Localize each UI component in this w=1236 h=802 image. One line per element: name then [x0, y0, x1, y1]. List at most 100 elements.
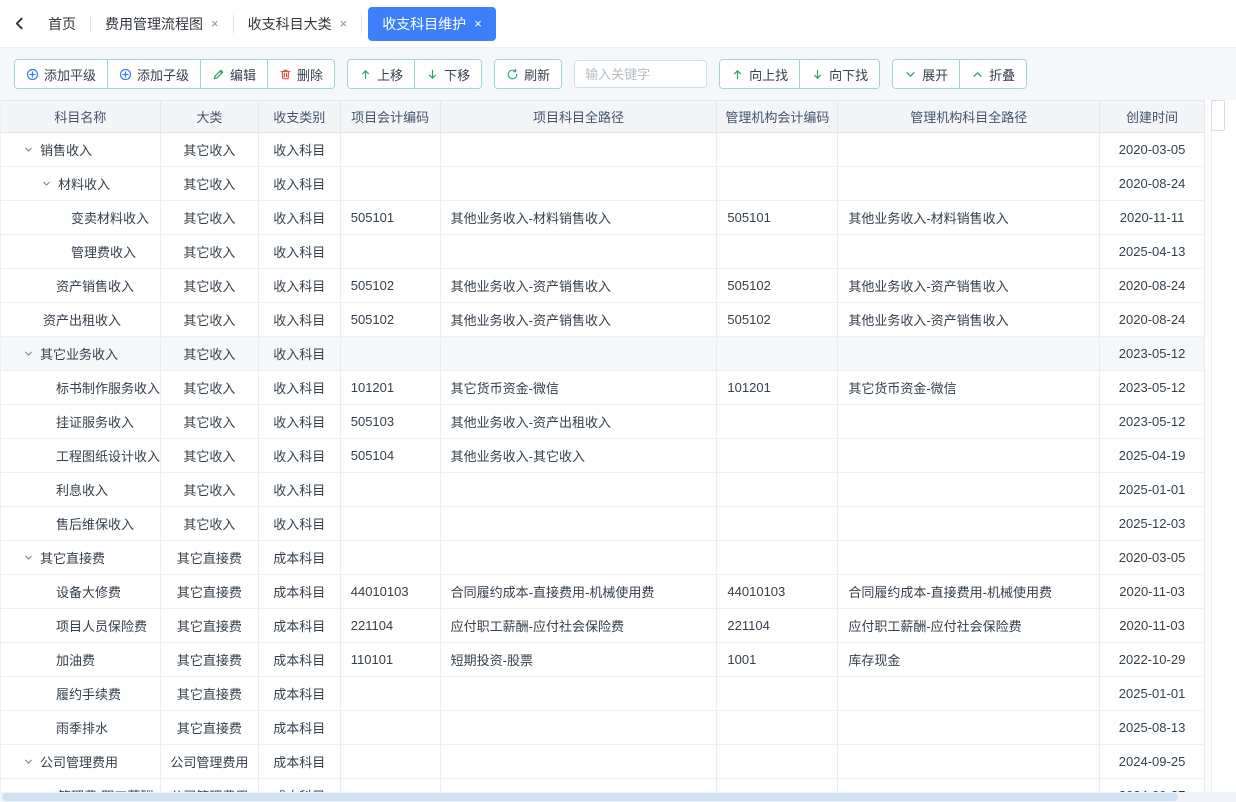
column-header-2[interactable]: 收支类别	[259, 101, 341, 133]
table-row[interactable]: 售后维保收入其它收入收入科目2025-12-03	[1, 507, 1205, 541]
column-header-4[interactable]: 项目科目全路径	[441, 101, 718, 133]
cell-subject-name[interactable]: 利息收入	[1, 473, 161, 507]
table-row[interactable]: 其它直接费其它直接费成本科目2020-03-05	[1, 541, 1205, 575]
table-row[interactable]: 加油费其它直接费成本科目110101短期投资-股票1001库存现金2022-10…	[1, 643, 1205, 677]
cell-proj_code[interactable]: 505104	[341, 439, 441, 473]
cell-proj_code[interactable]	[341, 745, 441, 779]
cell-subject-name[interactable]: 挂证服务收入	[1, 405, 161, 439]
cell-category[interactable]: 其它收入	[161, 337, 259, 371]
cell-proj_path[interactable]	[441, 541, 718, 575]
cell-subject-name[interactable]: 售后维保收入	[1, 507, 161, 541]
cell-proj_path[interactable]: 其他业务收入-资产销售收入	[441, 269, 718, 303]
cell-mgmt_code[interactable]	[717, 235, 838, 269]
cell-category[interactable]: 其它直接费	[161, 541, 259, 575]
chevron-up-button-折叠[interactable]: 折叠	[959, 60, 1026, 88]
cell-proj_path[interactable]: 合同履约成本-直接费用-机械使用费	[441, 575, 718, 609]
horizontal-scrollbar-thumb[interactable]	[2, 793, 1178, 801]
cell-mgmt_code[interactable]: 44010103	[717, 575, 838, 609]
cell-proj_code[interactable]	[341, 337, 441, 371]
cell-mgmt_code[interactable]	[717, 473, 838, 507]
cell-proj_path[interactable]	[441, 779, 718, 793]
cell-proj_path[interactable]: 短期投资-股票	[441, 643, 718, 677]
cell-created[interactable]: 2020-03-05	[1100, 541, 1205, 575]
table-row[interactable]: 挂证服务收入其它收入收入科目505103其他业务收入-资产出租收入2023-05…	[1, 405, 1205, 439]
cell-io_type[interactable]: 成本科目	[259, 643, 341, 677]
cell-proj_code[interactable]: 505102	[341, 269, 441, 303]
cell-proj_path[interactable]	[441, 473, 718, 507]
cell-io_type[interactable]: 收入科目	[259, 507, 341, 541]
cell-category[interactable]: 其它直接费	[161, 575, 259, 609]
cell-io_type[interactable]: 收入科目	[259, 201, 341, 235]
cell-proj_path[interactable]	[441, 711, 718, 745]
cell-mgmt_code[interactable]: 505102	[717, 269, 838, 303]
cell-subject-name[interactable]: 雨季排水	[1, 711, 161, 745]
cell-created[interactable]: 2022-10-29	[1100, 643, 1205, 677]
cell-mgmt_code[interactable]	[717, 507, 838, 541]
cell-created[interactable]: 2024-09-25	[1100, 745, 1205, 779]
tree-caret-down-icon[interactable]	[23, 552, 34, 563]
cell-mgmt_path[interactable]	[838, 337, 1100, 371]
cell-proj_path[interactable]	[441, 677, 718, 711]
table-row[interactable]: 管理费收入其它收入收入科目2025-04-13	[1, 235, 1205, 269]
cell-mgmt_path[interactable]	[838, 677, 1100, 711]
cell-mgmt_code[interactable]	[717, 337, 838, 371]
cell-proj_path[interactable]	[441, 745, 718, 779]
column-header-0[interactable]: 科目名称	[1, 101, 161, 133]
cell-category[interactable]: 公司管理费用	[161, 745, 259, 779]
cell-proj_code[interactable]: 101201	[341, 371, 441, 405]
cell-category[interactable]: 其它收入	[161, 235, 259, 269]
cell-subject-name[interactable]: 销售收入	[1, 133, 161, 167]
cell-proj_path[interactable]: 其他业务收入-资产销售收入	[441, 303, 718, 337]
cell-created[interactable]: 2025-08-13	[1100, 711, 1205, 745]
cell-mgmt_path[interactable]	[838, 507, 1100, 541]
table-row[interactable]: 变卖材料收入其它收入收入科目505101其他业务收入-材料销售收入505101其…	[1, 201, 1205, 235]
column-header-1[interactable]: 大类	[161, 101, 259, 133]
cell-mgmt_code[interactable]: 505102	[717, 303, 838, 337]
table-row[interactable]: 利息收入其它收入收入科目2025-01-01	[1, 473, 1205, 507]
cell-proj_path[interactable]	[441, 167, 718, 201]
cell-io_type[interactable]: 成本科目	[259, 779, 341, 793]
refresh-button-刷新[interactable]: 刷新	[495, 60, 561, 88]
cell-io_type[interactable]: 成本科目	[259, 541, 341, 575]
cell-mgmt_path[interactable]	[838, 745, 1100, 779]
tree-caret-down-icon[interactable]	[41, 178, 52, 189]
cell-subject-name[interactable]: 管理费-职工薪酬	[1, 779, 161, 793]
cell-category[interactable]: 其它收入	[161, 507, 259, 541]
cell-subject-name[interactable]: 管理费收入	[1, 235, 161, 269]
cell-proj_code[interactable]	[341, 167, 441, 201]
cell-category[interactable]: 其它收入	[161, 405, 259, 439]
cell-mgmt_path[interactable]	[838, 405, 1100, 439]
back-button[interactable]	[4, 16, 34, 31]
trash-button-删除[interactable]: 删除	[267, 60, 334, 88]
table-row[interactable]: 其它业务收入其它收入收入科目2023-05-12	[1, 337, 1205, 371]
cell-proj_code[interactable]: 505102	[341, 303, 441, 337]
cell-io_type[interactable]: 成本科目	[259, 677, 341, 711]
cell-category[interactable]: 其它收入	[161, 439, 259, 473]
tree-caret-down-icon[interactable]	[23, 756, 34, 767]
cell-subject-name[interactable]: 公司管理费用	[1, 745, 161, 779]
cell-mgmt_path[interactable]	[838, 167, 1100, 201]
cell-created[interactable]: 2023-05-12	[1100, 337, 1205, 371]
cell-proj_code[interactable]	[341, 507, 441, 541]
cell-created[interactable]: 2020-11-03	[1100, 609, 1205, 643]
arrow-up-button-上移[interactable]: 上移	[348, 60, 414, 88]
cell-mgmt_code[interactable]	[717, 405, 838, 439]
cell-created[interactable]: 2024-09-27	[1100, 779, 1205, 793]
cell-created[interactable]: 2020-11-11	[1100, 201, 1205, 235]
vertical-scrollbar[interactable]	[1205, 100, 1225, 792]
cell-subject-name[interactable]: 工程图纸设计收入	[1, 439, 161, 473]
tab-close-icon[interactable]: ×	[340, 17, 348, 30]
cell-created[interactable]: 2020-08-24	[1100, 167, 1205, 201]
arrow-down-button-向下找[interactable]: 向下找	[799, 60, 879, 88]
table-row[interactable]: 履约手续费其它直接费成本科目2025-01-01	[1, 677, 1205, 711]
cell-mgmt_code[interactable]	[717, 711, 838, 745]
arrow-down-button-下移[interactable]: 下移	[414, 60, 481, 88]
cell-proj_code[interactable]	[341, 235, 441, 269]
cell-mgmt_code[interactable]: 1001	[717, 643, 838, 677]
horizontal-scrollbar[interactable]	[0, 792, 1236, 802]
tab-close-icon[interactable]: ×	[474, 17, 482, 30]
cell-created[interactable]: 2025-04-19	[1100, 439, 1205, 473]
cell-category[interactable]: 其它直接费	[161, 677, 259, 711]
pencil-button-编辑[interactable]: 编辑	[200, 60, 267, 88]
cell-proj_code[interactable]	[341, 677, 441, 711]
